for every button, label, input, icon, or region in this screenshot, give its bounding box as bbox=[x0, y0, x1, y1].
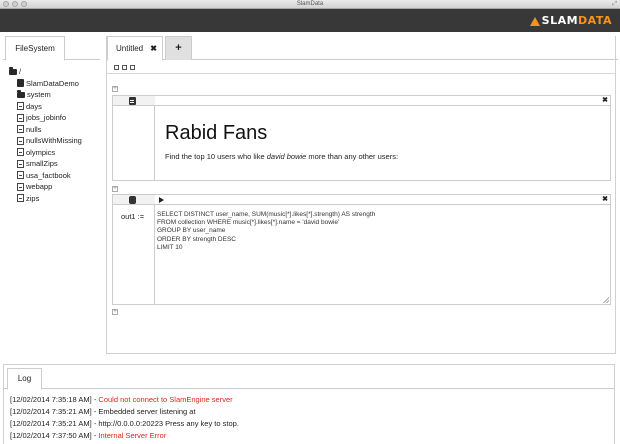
markdown-cell-toolbar bbox=[113, 96, 610, 106]
tree-item[interactable]: nullsWithMissing bbox=[9, 135, 82, 147]
log-line: [12/02/2014 7:35:18 AM] - Could not conn… bbox=[10, 394, 239, 406]
notebook-toolbar bbox=[107, 62, 615, 74]
log-message: http://0.0.0.0:20223 Press any key to st… bbox=[98, 419, 239, 428]
markdown-heading: Rabid Fans bbox=[165, 122, 268, 144]
close-tab-icon[interactable]: ✖ bbox=[150, 37, 157, 60]
query-cell-toolbar bbox=[113, 195, 610, 205]
tree-item[interactable]: webapp bbox=[9, 181, 82, 193]
log-line: [12/02/2014 7:35:21 AM] - http://0.0.0.0… bbox=[10, 418, 239, 430]
tree-item-label: nullsWithMissing bbox=[26, 136, 82, 145]
markdown-document-icon bbox=[129, 97, 136, 105]
file-icon bbox=[17, 136, 24, 145]
sql-editor[interactable]: SELECT DISTINCT user_name, SUM(music[*].… bbox=[157, 211, 375, 252]
filesystem-tabbar: FileSystem bbox=[3, 36, 100, 61]
tree-item-label: jobs_jobinfo bbox=[26, 113, 67, 122]
tree-item-label: smallZips bbox=[26, 159, 58, 168]
query-output-label: out1 := bbox=[121, 212, 145, 221]
tab-untitled[interactable]: Untitled ✖ bbox=[107, 36, 163, 61]
log-panel: Log [12/02/2014 7:35:18 AM] - Could not … bbox=[3, 364, 615, 444]
file-icon bbox=[17, 148, 24, 157]
log-timestamp: [12/02/2014 7:35:18 AM] - bbox=[10, 395, 99, 404]
log-line: [12/02/2014 7:37:50 AM] - Internal Serve… bbox=[10, 430, 239, 442]
file-icon bbox=[17, 194, 24, 203]
save-icon[interactable] bbox=[114, 65, 119, 70]
database-query-icon bbox=[129, 196, 136, 204]
tree-item[interactable]: olympics bbox=[9, 147, 82, 159]
log-timestamp: [12/02/2014 7:37:50 AM] - bbox=[10, 431, 99, 440]
file-icon bbox=[17, 182, 24, 191]
file-icon bbox=[17, 113, 24, 122]
tree-item-label: SlamDataDemo bbox=[26, 78, 79, 88]
app-header: SLAM DATA bbox=[0, 9, 620, 32]
copy-icon[interactable] bbox=[122, 65, 127, 70]
database-icon bbox=[17, 79, 24, 88]
markdown-cell-gutter-bar bbox=[113, 96, 155, 106]
log-timestamp: [12/02/2014 7:35:21 AM] - bbox=[10, 419, 99, 428]
slamdata-logo: SLAM DATA bbox=[529, 13, 612, 28]
tree-item-label: days bbox=[26, 101, 42, 111]
file-icon bbox=[17, 125, 24, 134]
tree-root-label: / bbox=[19, 67, 22, 76]
tree-item-label: olympics bbox=[26, 147, 56, 157]
logo-text-data: DATA bbox=[578, 14, 612, 27]
markdown-cell-gutter bbox=[113, 96, 155, 180]
log-line: [12/02/2014 7:35:21 AM] - Embedded serve… bbox=[10, 406, 239, 418]
tree-item[interactable]: smallZips bbox=[9, 158, 82, 170]
window-titlebar: SlamData ⤢ bbox=[0, 0, 620, 9]
logo-text-slam: SLAM bbox=[541, 14, 579, 27]
log-timestamp: [12/02/2014 7:35:21 AM] - bbox=[10, 407, 99, 416]
delete-query-cell-icon[interactable]: ✖ bbox=[602, 195, 608, 205]
tree-root[interactable]: / bbox=[9, 66, 82, 78]
file-icon bbox=[17, 102, 24, 111]
log-error-message: Could not connect to SlamEngine server bbox=[98, 395, 233, 404]
filesystem-panel: FileSystem / SlamDataDemo system days jobs_… bbox=[3, 36, 100, 354]
markdown-text-before: Find the top 10 users who like bbox=[165, 152, 267, 161]
log-tabbar: Log bbox=[4, 365, 614, 390]
folder-icon bbox=[17, 90, 25, 99]
add-notebook-button[interactable]: + bbox=[165, 36, 192, 60]
tree-item-label: nulls bbox=[26, 124, 42, 134]
insert-cell-below-icon[interactable]: + bbox=[112, 309, 118, 315]
notebook-panel: Untitled ✖ + + ✖ Rabid Fans Find the top… bbox=[106, 36, 618, 354]
tree-item[interactable]: usa_factbook bbox=[9, 170, 82, 182]
tree-item[interactable]: jobs_jobinfo bbox=[9, 112, 82, 124]
tab-untitled-label: Untitled bbox=[116, 44, 144, 53]
delete-markdown-cell-icon[interactable]: ✖ bbox=[602, 96, 608, 106]
log-lines: [12/02/2014 7:35:18 AM] - Could not conn… bbox=[10, 394, 239, 442]
window-title: SlamData bbox=[296, 1, 324, 7]
markdown-paragraph: Find the top 10 users who like david bow… bbox=[165, 152, 398, 161]
tree-item-label: webapp bbox=[26, 182, 53, 191]
insert-cell-between-icon[interactable]: + bbox=[112, 186, 118, 192]
logo-mark-icon bbox=[529, 16, 540, 26]
query-cell[interactable]: ✖ out1 := SELECT DISTINCT user_name, SUM… bbox=[112, 194, 611, 305]
file-icon bbox=[17, 159, 24, 168]
tab-filesystem[interactable]: FileSystem bbox=[5, 36, 65, 61]
notebook-tabbar: Untitled ✖ + bbox=[106, 36, 618, 61]
resize-grip-icon[interactable] bbox=[603, 297, 609, 303]
log-message: Embedded server listening at bbox=[98, 407, 196, 416]
tree-item-label: usa_factbook bbox=[26, 170, 71, 180]
tree-item[interactable]: zips bbox=[9, 193, 82, 205]
tree-item-label: zips bbox=[26, 193, 40, 203]
run-query-icon[interactable] bbox=[159, 197, 164, 203]
insert-cell-above-markdown-icon[interactable]: + bbox=[112, 86, 118, 92]
tree-item[interactable]: nulls bbox=[9, 124, 82, 136]
tree-item-label: system bbox=[27, 90, 51, 99]
file-icon bbox=[17, 171, 24, 180]
folder-open-icon bbox=[9, 67, 17, 76]
tab-log[interactable]: Log bbox=[7, 368, 42, 390]
markdown-text-after: more than any other users: bbox=[306, 152, 399, 161]
markdown-text-emphasis: david bowie bbox=[266, 152, 307, 161]
fullscreen-icon[interactable]: ⤢ bbox=[612, 1, 617, 8]
query-cell-gutter-bar bbox=[113, 195, 155, 205]
markdown-cell[interactable]: ✖ Rabid Fans Find the top 10 users who l… bbox=[112, 95, 611, 181]
file-tree: / SlamDataDemo system days jobs_jobinfonull… bbox=[9, 66, 82, 204]
tree-item[interactable]: system bbox=[9, 89, 82, 101]
log-error-message: Internal Server Error bbox=[98, 431, 167, 440]
tree-item[interactable]: days bbox=[9, 101, 82, 113]
tree-item[interactable]: SlamDataDemo bbox=[9, 78, 82, 90]
paste-icon[interactable] bbox=[130, 65, 135, 70]
